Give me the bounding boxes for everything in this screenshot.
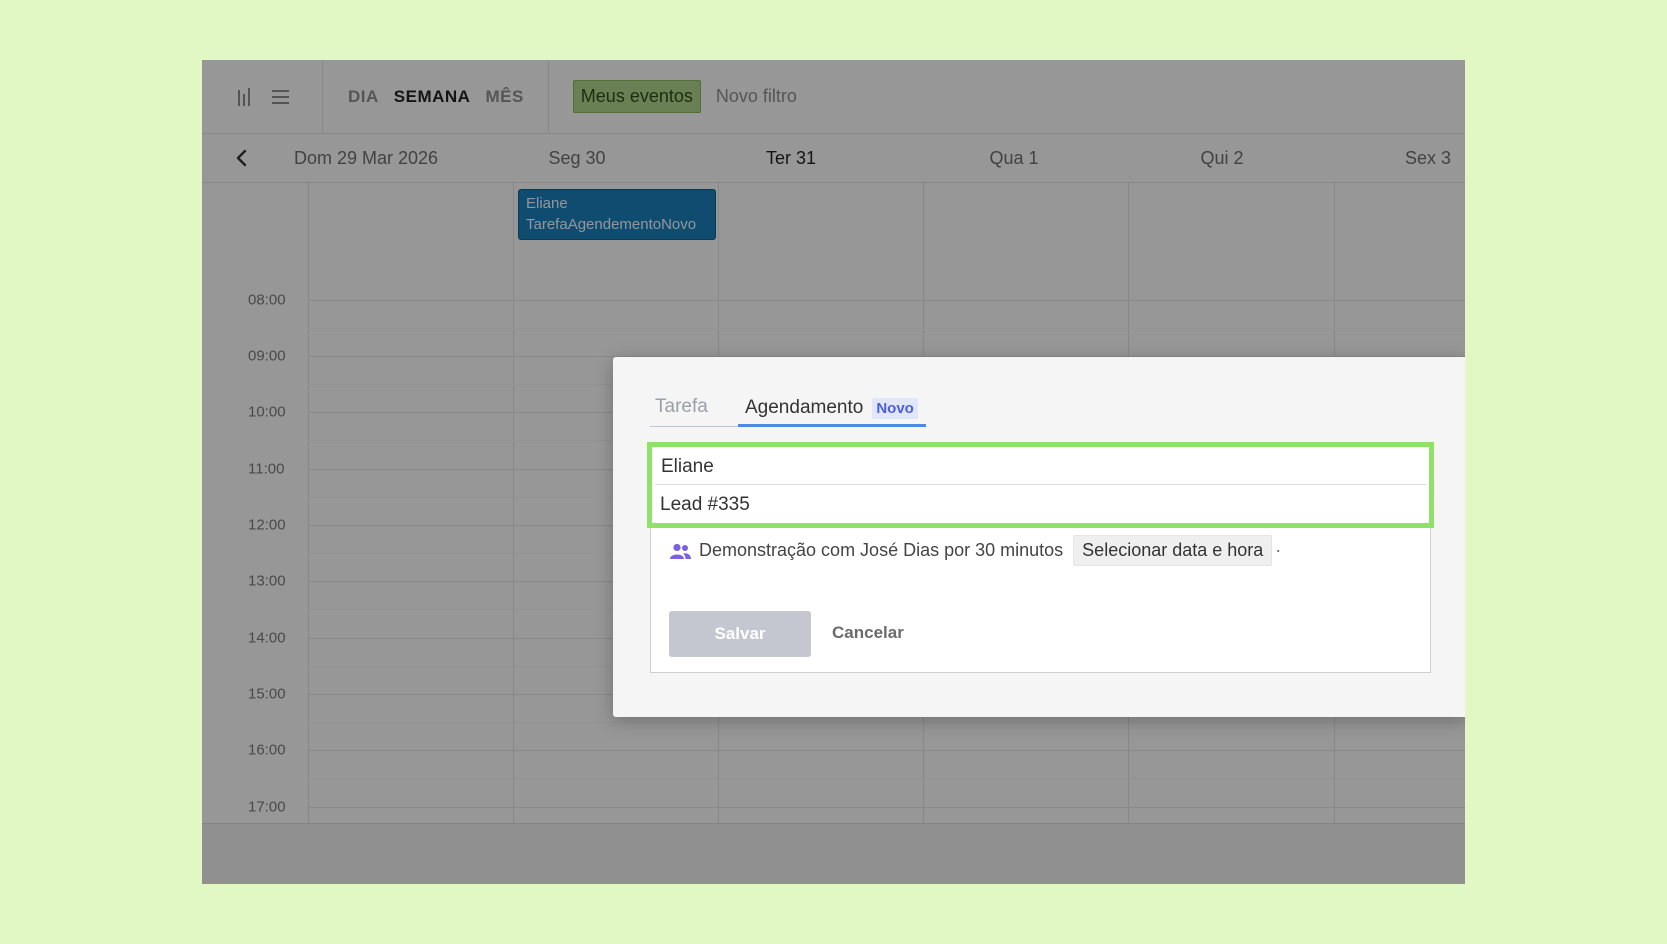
meeting-text: Demonstração com José Dias por 30 minuto… bbox=[699, 540, 1064, 560]
people-icon bbox=[670, 543, 691, 559]
description-input[interactable] bbox=[655, 486, 1426, 524]
cancel-button[interactable]: Cancelar bbox=[832, 623, 904, 643]
save-button[interactable]: Salvar bbox=[669, 611, 811, 657]
title-input[interactable] bbox=[655, 450, 1426, 485]
new-badge: Novo bbox=[872, 397, 918, 419]
schedule-modal: Tarefa Agendamento Novo Demonstração com… bbox=[613, 357, 1465, 717]
meeting-row: Demonstração com José Dias por 30 minuto… bbox=[670, 535, 1281, 566]
calendar-app: DIA SEMANA MÊS Meus eventos Novo filtro … bbox=[202, 60, 1465, 884]
tab-task[interactable]: Tarefa bbox=[650, 396, 738, 426]
separator-dot: · bbox=[1275, 540, 1282, 560]
tab-schedule-label: Agendamento bbox=[745, 397, 864, 418]
select-datetime-button[interactable]: Selecionar data e hora bbox=[1073, 535, 1273, 566]
tab-schedule[interactable]: Agendamento Novo bbox=[738, 397, 926, 427]
tab-task-label: Tarefa bbox=[655, 396, 708, 417]
modal-tabs: Tarefa Agendamento Novo bbox=[650, 393, 926, 427]
